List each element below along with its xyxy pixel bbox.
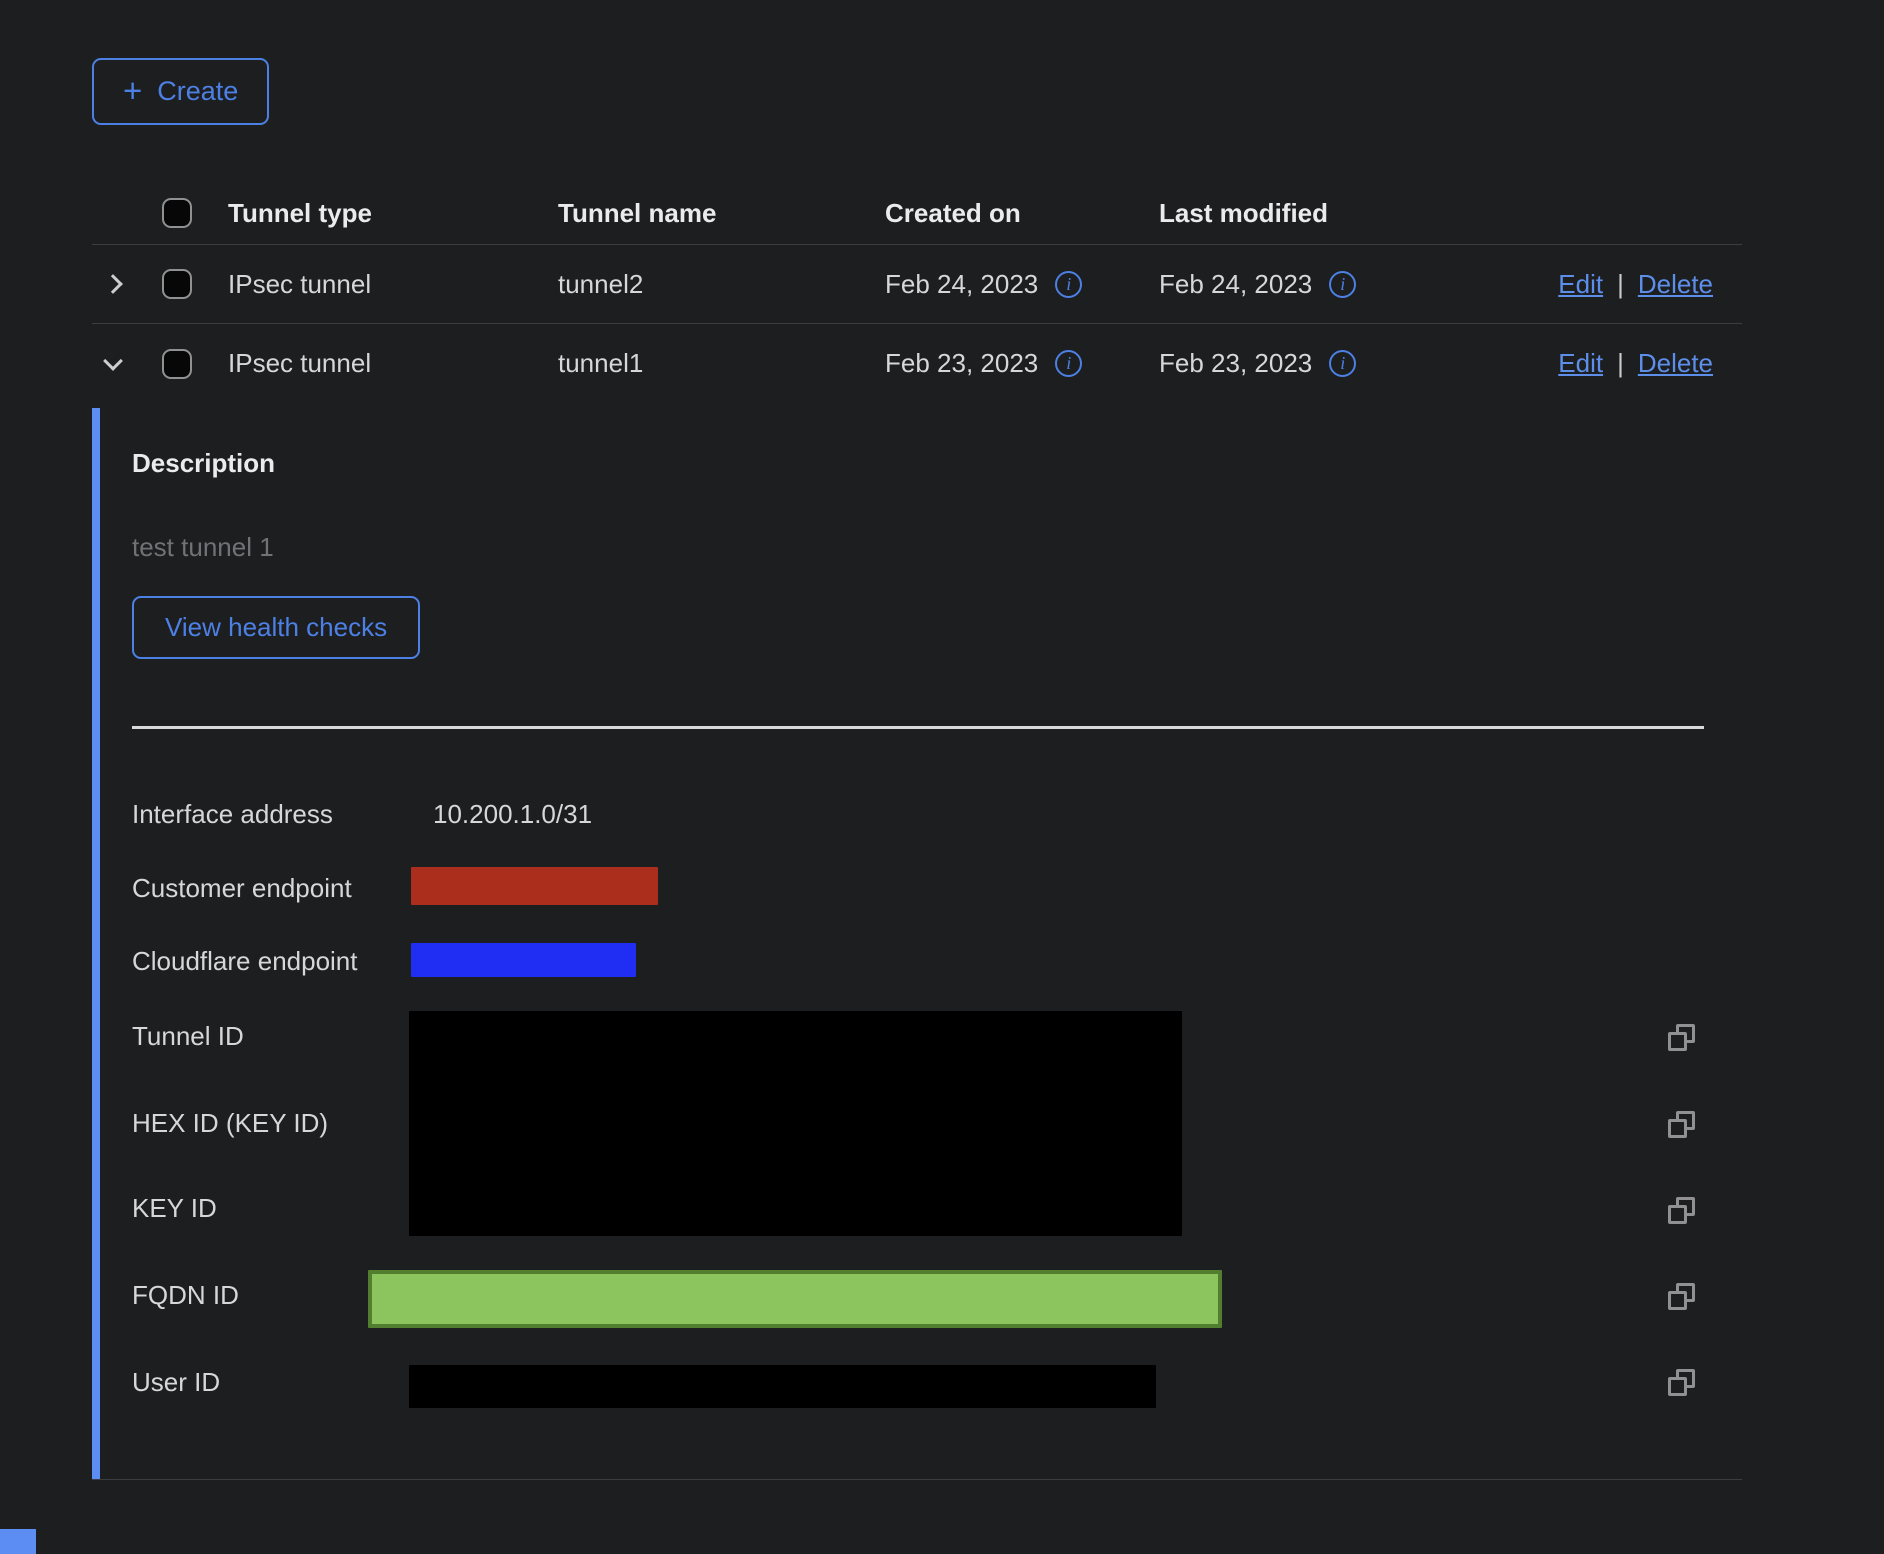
description-label: Description [132, 448, 275, 479]
view-health-checks-label: View health checks [165, 612, 387, 643]
edit-link[interactable]: Edit [1558, 348, 1603, 379]
tunnel-id-label: Tunnel ID [132, 1020, 244, 1052]
expanded-row-indicator-bar [92, 408, 100, 1479]
table-header-row: Tunnel type Tunnel name Created on Last … [92, 182, 1742, 245]
create-button-label: Create [157, 76, 238, 107]
user-id-label: User ID [132, 1366, 220, 1398]
header-last-modified: Last modified [1159, 198, 1460, 229]
interface-address-value: 10.200.1.0/31 [433, 798, 592, 830]
copy-icon[interactable] [1668, 1024, 1695, 1051]
bottom-left-accent-fragment [0, 1529, 36, 1554]
delete-link[interactable]: Delete [1638, 348, 1713, 379]
chevron-down-icon[interactable] [103, 351, 123, 371]
table-row: IPsec tunnel tunnel2 Feb 24, 2023 i Feb … [92, 245, 1742, 324]
tunnel-name-cell: tunnel2 [558, 269, 885, 300]
user-id-redacted-value [409, 1365, 1156, 1408]
ids-redacted-value-block [409, 1011, 1182, 1236]
action-separator: | [1617, 348, 1624, 379]
info-icon[interactable]: i [1329, 271, 1356, 298]
row-checkbox[interactable] [162, 349, 192, 379]
section-divider [132, 726, 1704, 729]
interface-address-label: Interface address [132, 798, 333, 830]
key-id-label: KEY ID [132, 1192, 217, 1224]
created-on-value: Feb 23, 2023 [885, 348, 1038, 379]
copy-icon[interactable] [1668, 1369, 1695, 1396]
create-button[interactable]: + Create [92, 58, 269, 125]
tunnel-type-cell: IPsec tunnel [228, 348, 558, 379]
header-tunnel-type: Tunnel type [228, 198, 558, 229]
customer-endpoint-label: Customer endpoint [132, 872, 352, 904]
header-created-on: Created on [885, 198, 1159, 229]
copy-icon[interactable] [1668, 1283, 1695, 1310]
copy-icon[interactable] [1668, 1111, 1695, 1138]
tunnel-type-cell: IPsec tunnel [228, 269, 558, 300]
hex-id-label: HEX ID (KEY ID) [132, 1107, 328, 1139]
cloudflare-endpoint-redacted-value [411, 943, 636, 977]
tunnels-page: { "create_button": { "plus": "+", "label… [0, 0, 1884, 1554]
view-health-checks-button[interactable]: View health checks [132, 596, 420, 659]
tunnels-table: Tunnel type Tunnel name Created on Last … [92, 182, 1742, 1480]
tunnel-detail-panel: Description test tunnel 1 View health ch… [92, 403, 1742, 1480]
chevron-right-icon[interactable] [103, 274, 123, 294]
fqdn-id-label: FQDN ID [132, 1279, 239, 1311]
action-separator: | [1617, 269, 1624, 300]
info-icon[interactable]: i [1055, 271, 1082, 298]
edit-link[interactable]: Edit [1558, 269, 1603, 300]
customer-endpoint-redacted-value [411, 867, 658, 905]
last-modified-value: Feb 23, 2023 [1159, 348, 1312, 379]
cloudflare-endpoint-label: Cloudflare endpoint [132, 945, 358, 977]
description-value: test tunnel 1 [132, 532, 274, 563]
header-tunnel-name: Tunnel name [558, 198, 885, 229]
created-on-value: Feb 24, 2023 [885, 269, 1038, 300]
last-modified-value: Feb 24, 2023 [1159, 269, 1312, 300]
table-row: IPsec tunnel tunnel1 Feb 23, 2023 i Feb … [92, 324, 1742, 403]
row-checkbox[interactable] [162, 269, 192, 299]
delete-link[interactable]: Delete [1638, 269, 1713, 300]
tunnel-name-cell: tunnel1 [558, 348, 885, 379]
info-icon[interactable]: i [1329, 350, 1356, 377]
plus-icon: + [123, 74, 142, 107]
select-all-checkbox[interactable] [162, 198, 192, 228]
info-icon[interactable]: i [1055, 350, 1082, 377]
fqdn-id-redacted-value [368, 1270, 1222, 1328]
copy-icon[interactable] [1668, 1197, 1695, 1224]
